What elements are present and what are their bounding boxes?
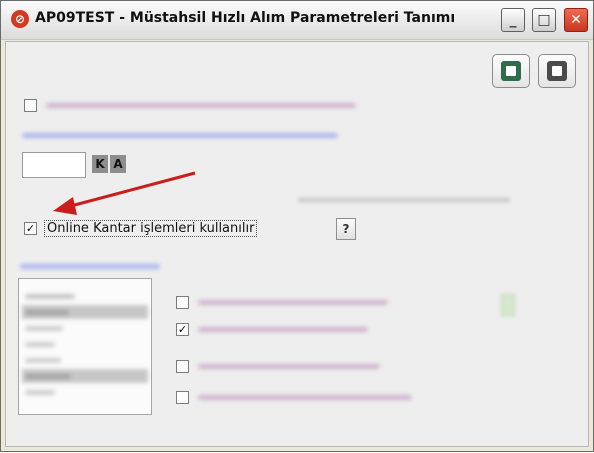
close-button[interactable]: ✕ <box>564 8 588 32</box>
list-item[interactable] <box>22 385 148 399</box>
option-checkbox-1[interactable] <box>176 296 189 309</box>
app-window: ⊘ AP09TEST - Müstahsil Hızlı Alım Parame… <box>0 0 594 452</box>
list-item-selected[interactable] <box>22 305 148 319</box>
maximize-button[interactable]: □ <box>532 8 556 32</box>
list-item[interactable] <box>22 337 148 351</box>
close-icon: ✕ <box>570 12 582 28</box>
kantar-label[interactable]: Online Kantar işlemleri kullanılır <box>44 220 258 237</box>
list-item[interactable] <box>22 289 148 303</box>
save-icon <box>501 61 521 81</box>
minimize-button[interactable]: _ <box>501 8 525 32</box>
option-checkbox-4[interactable] <box>176 391 189 404</box>
k-button[interactable]: K <box>92 155 108 173</box>
option-checkbox-3[interactable] <box>176 360 189 373</box>
help-button[interactable]: ? <box>336 218 356 240</box>
small-side-button[interactable] <box>501 294 515 316</box>
code-input[interactable] <box>22 152 86 178</box>
exit-icon <box>547 61 567 81</box>
a-button[interactable]: A <box>110 155 126 173</box>
form-panel: K A ✓ Online Kantar işlemleri kullanılır… <box>5 41 589 447</box>
list-item[interactable] <box>22 321 148 335</box>
option-checkbox-top[interactable] <box>24 99 37 112</box>
save-button[interactable] <box>492 54 530 88</box>
exit-button[interactable] <box>538 54 576 88</box>
list-item-selected[interactable] <box>22 369 148 383</box>
window-title: AP09TEST - Müstahsil Hızlı Alım Parametr… <box>35 10 456 26</box>
option-checkbox-2[interactable]: ✓ <box>176 323 189 336</box>
app-logo-icon: ⊘ <box>11 10 29 28</box>
kantar-checkbox[interactable]: ✓ <box>24 222 37 235</box>
list-item[interactable] <box>22 353 148 367</box>
minimize-icon: _ <box>509 12 517 28</box>
maximize-icon: □ <box>537 12 551 28</box>
items-listbox[interactable] <box>18 278 152 415</box>
title-bar[interactable]: ⊘ AP09TEST - Müstahsil Hızlı Alım Parame… <box>1 1 593 40</box>
